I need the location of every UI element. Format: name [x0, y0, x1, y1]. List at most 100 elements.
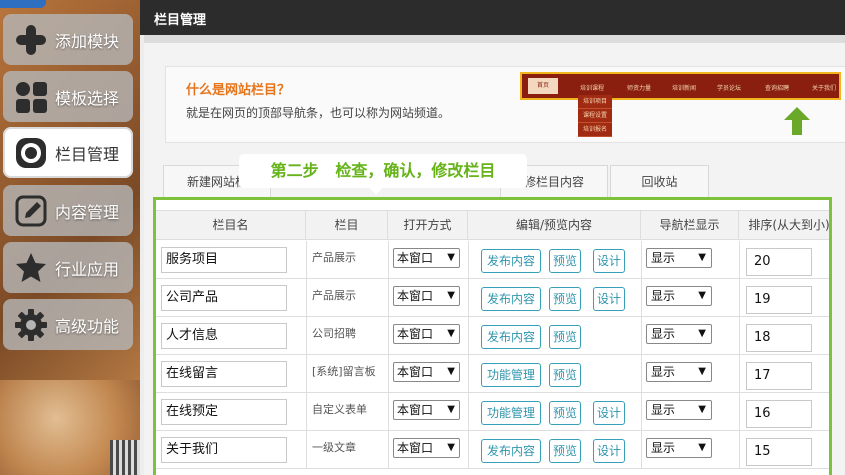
dropdown-caret-icon: ▼: [698, 290, 706, 301]
cell-divider: [306, 317, 307, 355]
sidebar-item-label: 栏目管理: [55, 144, 120, 164]
cell-divider: [468, 431, 469, 469]
dropdown-caret-icon: ▼: [698, 328, 706, 339]
column-name-input[interactable]: 在线预定: [161, 399, 287, 425]
table-row: 服务项目 产品展示 本窗口 ▼ 发布内容 预览 设计 显示 ▼ 20: [156, 241, 829, 279]
open-mode-value: 本窗口: [397, 365, 434, 379]
nav-preview-item: 查询招聘: [765, 85, 790, 92]
preview-button[interactable]: 预览: [549, 439, 581, 463]
cell-divider: [388, 317, 389, 355]
open-mode-value: 本窗口: [397, 289, 434, 303]
publish-content-button[interactable]: 发布内容: [481, 249, 541, 273]
column-name-input[interactable]: 在线留言: [161, 361, 287, 387]
open-mode-value: 本窗口: [397, 251, 434, 265]
publish-content-button[interactable]: 发布内容: [481, 439, 541, 463]
design-button[interactable]: 设计: [593, 401, 625, 425]
nav-display-select[interactable]: 显示 ▼: [646, 286, 712, 306]
table-row: 公司产品 产品展示 本窗口 ▼ 发布内容 预览 设计 显示 ▼ 19: [156, 279, 829, 317]
cell-divider: [468, 241, 469, 279]
sidebar-item-label: 添加模块: [55, 31, 120, 51]
open-mode-select[interactable]: 本窗口 ▼: [393, 248, 460, 268]
column-name-input[interactable]: 公司产品: [161, 285, 287, 311]
table-row: 关于我们 一级文章 本窗口 ▼ 发布内容 预览 设计 显示 ▼ 15: [156, 431, 829, 469]
column-type-text: [系统]留言板: [312, 365, 376, 378]
info-description: 就是在网页的顶部导航条，也可以称为网站频道。: [186, 106, 451, 120]
cell-divider: [641, 241, 642, 279]
sort-order-input[interactable]: 19: [746, 286, 812, 314]
nav-display-select[interactable]: 显示 ▼: [646, 438, 712, 458]
sidebar-item-industry-apps[interactable]: 行业应用: [3, 242, 133, 293]
gear-icon: [11, 305, 51, 345]
sort-order-input[interactable]: 17: [746, 362, 812, 390]
preview-button[interactable]: 预览: [549, 325, 581, 349]
panel-title: 栏目管理: [154, 13, 207, 28]
design-button[interactable]: 设计: [593, 249, 625, 273]
nav-preview-item: 师资力量: [627, 85, 652, 92]
sidebar-item-advanced[interactable]: 高级功能: [3, 299, 133, 350]
background-filmstrip: [110, 440, 140, 475]
dropdown-caret-icon: ▼: [447, 366, 455, 377]
nav-display-select[interactable]: 显示 ▼: [646, 400, 712, 420]
open-mode-select[interactable]: 本窗口 ▼: [393, 438, 460, 458]
table-header: 栏目名 栏目 打开方式 编辑/预览内容 导航栏显示 排序(从大到小): [156, 210, 829, 240]
nav-display-select[interactable]: 显示 ▼: [646, 324, 712, 344]
function-manage-button[interactable]: 功能管理: [481, 401, 541, 425]
sidebar-item-template-select[interactable]: 模板选择: [3, 71, 133, 122]
table-row: 在线留言 [系统]留言板 本窗口 ▼ 功能管理 预览 显示 ▼ 17: [156, 355, 829, 393]
sort-order-input[interactable]: 16: [746, 400, 812, 428]
dropdown-caret-icon: ▼: [698, 252, 706, 263]
header-edit-preview: 编辑/预览内容: [468, 211, 641, 239]
nav-display-value: 显示: [651, 251, 676, 265]
sidebar-item-column-management[interactable]: 栏目管理: [3, 127, 133, 178]
arrow-up-icon: [784, 107, 810, 135]
table-row: 在线预定 自定义表单 本窗口 ▼ 功能管理 预览 设计 显示 ▼ 16: [156, 393, 829, 431]
info-title: 什么是网站栏目？: [186, 83, 291, 98]
function-manage-button[interactable]: 功能管理: [481, 363, 541, 387]
dropdown-caret-icon: ▼: [447, 290, 455, 301]
sort-order-input[interactable]: 18: [746, 324, 812, 352]
column-name-input[interactable]: 服务项目: [161, 247, 287, 273]
nav-display-value: 显示: [651, 441, 676, 455]
cell-divider: [641, 431, 642, 469]
cell-divider: [739, 317, 740, 355]
nav-display-select[interactable]: 显示 ▼: [646, 362, 712, 382]
open-mode-select[interactable]: 本窗口 ▼: [393, 324, 460, 344]
nav-preview-item: 培训课程: [580, 85, 605, 92]
open-mode-select[interactable]: 本窗口 ▼: [393, 400, 460, 420]
cell-divider: [739, 393, 740, 431]
column-name-input[interactable]: 关于我们: [161, 437, 287, 463]
preview-button[interactable]: 预览: [549, 249, 581, 273]
nav-display-select[interactable]: 显示 ▼: [646, 248, 712, 268]
open-mode-select[interactable]: 本窗口 ▼: [393, 286, 460, 306]
sidebar-item-add-module[interactable]: 添加模块: [3, 14, 133, 65]
open-mode-select[interactable]: 本窗口 ▼: [393, 362, 460, 382]
dropdown-caret-icon: ▼: [447, 442, 455, 453]
sort-order-input[interactable]: 15: [746, 438, 812, 466]
cell-divider: [468, 317, 469, 355]
cell-divider: [306, 355, 307, 393]
preview-button[interactable]: 预览: [549, 401, 581, 425]
sidebar-item-label: 行业应用: [55, 259, 120, 279]
nav-preview-item: 学员论坛: [717, 85, 742, 92]
publish-content-button[interactable]: 发布内容: [481, 325, 541, 349]
dropdown-caret-icon: ▼: [698, 442, 706, 453]
column-name-input[interactable]: 人才信息: [161, 323, 287, 349]
header-sort-order: 排序(从大到小): [748, 218, 830, 232]
cell-divider: [739, 279, 740, 317]
header-column-name: 栏目名: [156, 211, 306, 239]
nav-preview-item: 培训新闻: [672, 85, 697, 92]
preview-button[interactable]: 预览: [549, 287, 581, 311]
cell-divider: [306, 279, 307, 317]
design-button[interactable]: 设计: [593, 287, 625, 311]
design-button[interactable]: 设计: [593, 439, 625, 463]
column-table: 栏目名 栏目 打开方式 编辑/预览内容 导航栏显示 排序(从大到小) 服务项目产…: [153, 197, 832, 475]
preview-button[interactable]: 预览: [549, 363, 581, 387]
sidebar-item-content-management[interactable]: 内容管理: [3, 185, 133, 236]
cell-divider: [468, 393, 469, 431]
column-type-text: 一级文章: [312, 441, 356, 454]
publish-content-button[interactable]: 发布内容: [481, 287, 541, 311]
star-icon: [11, 248, 51, 288]
sort-order-input[interactable]: 20: [746, 248, 812, 276]
tab-recycle-bin[interactable]: 回收站: [610, 165, 709, 198]
cell-divider: [388, 241, 389, 279]
